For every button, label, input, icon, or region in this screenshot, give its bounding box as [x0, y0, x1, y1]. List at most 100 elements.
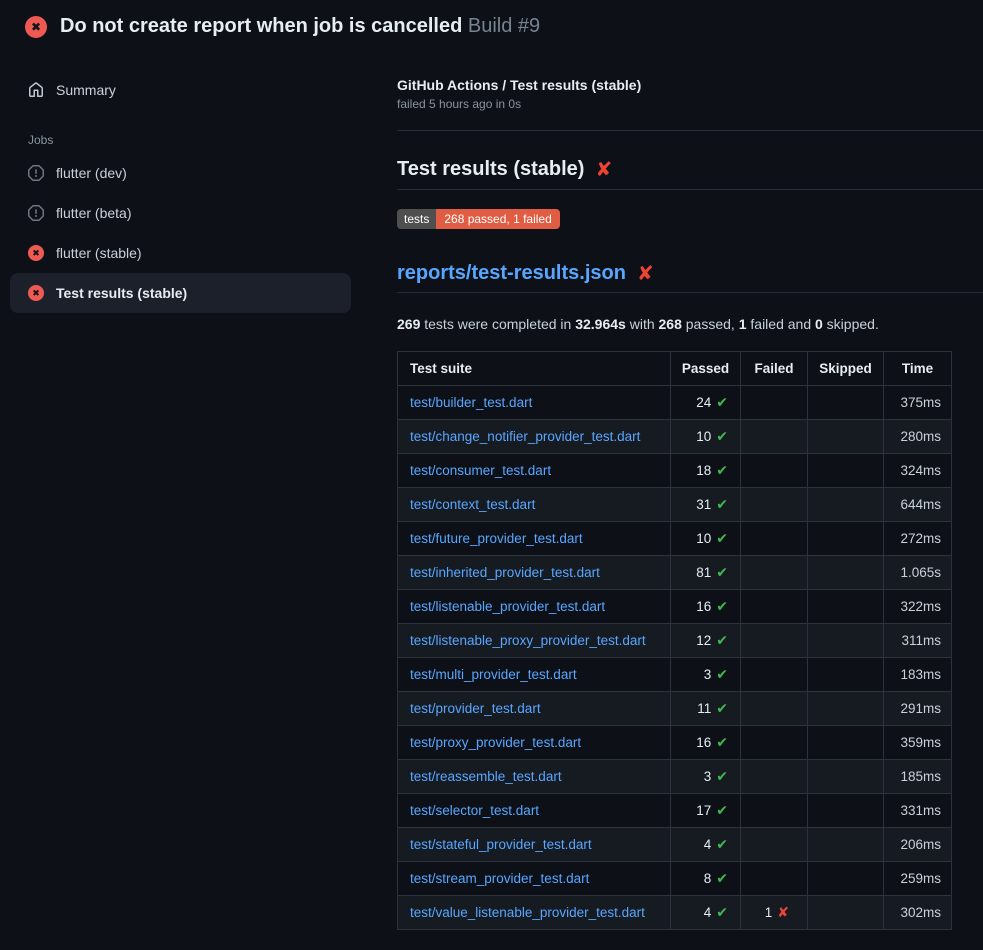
- passed-cell: 3✔: [671, 760, 741, 794]
- suite-link[interactable]: test/proxy_provider_test.dart: [410, 735, 581, 750]
- time-cell: 291ms: [884, 692, 952, 726]
- suite-link[interactable]: test/provider_test.dart: [410, 701, 541, 716]
- suite-cell: test/consumer_test.dart: [398, 454, 671, 488]
- suite-cell: test/change_notifier_provider_test.dart: [398, 420, 671, 454]
- skipped-cell: [808, 522, 884, 556]
- passed-count: 81: [696, 565, 711, 580]
- summary-number: 1: [739, 316, 747, 332]
- passed-cell: 24 ✔: [671, 386, 741, 420]
- skipped-cell: [808, 556, 884, 590]
- passed-count: 8: [704, 871, 712, 886]
- cross-icon: ✘: [777, 904, 789, 920]
- suite-link[interactable]: test/consumer_test.dart: [410, 463, 551, 478]
- suite-cell: test/inherited_provider_test.dart: [398, 556, 671, 590]
- tests-badge: tests 268 passed, 1 failed: [397, 209, 560, 229]
- table-row: test/listenable_provider_test.dart16✔322…: [398, 590, 952, 624]
- suite-link[interactable]: test/stream_provider_test.dart: [410, 871, 589, 886]
- passed-count: 3: [704, 667, 712, 682]
- suite-link[interactable]: test/selector_test.dart: [410, 803, 539, 818]
- passed-cell: 16✔: [671, 726, 741, 760]
- skipped-cell: [808, 726, 884, 760]
- suite-cell: test/listenable_proxy_provider_test.dart: [398, 624, 671, 658]
- table-header-row: Test suitePassedFailedSkippedTime: [398, 352, 952, 386]
- time-cell: 375ms: [884, 386, 952, 420]
- divider: [397, 130, 983, 131]
- suite-link[interactable]: test/listenable_proxy_provider_test.dart: [410, 633, 646, 648]
- check-icon: ✔: [716, 394, 728, 410]
- failed-cell: [741, 556, 808, 590]
- failed-cell: [741, 760, 808, 794]
- summary-text: failed and: [747, 316, 816, 332]
- check-icon: ✔: [716, 700, 728, 716]
- check-icon: ✔: [716, 530, 728, 546]
- cancelled-icon: [28, 205, 44, 221]
- suite-cell: test/context_test.dart: [398, 488, 671, 522]
- sidebar-item-flutter-beta[interactable]: flutter (beta): [10, 193, 351, 233]
- failed-cell: [741, 488, 808, 522]
- suite-cell: test/value_listenable_provider_test.dart: [398, 896, 671, 930]
- passed-count: 4: [704, 905, 712, 920]
- check-icon: ✔: [716, 904, 728, 920]
- table-row: test/change_notifier_provider_test.dart 1…: [398, 420, 952, 454]
- suite-link[interactable]: test/change_notifier_provider_test.dart: [410, 429, 640, 444]
- report-heading: reports/test-results.json ✘: [397, 262, 983, 293]
- table-row: test/proxy_provider_test.dart16✔359ms: [398, 726, 952, 760]
- passed-cell: 16✔: [671, 590, 741, 624]
- passed-cell: 81✔: [671, 556, 741, 590]
- suite-cell: test/reassemble_test.dart: [398, 760, 671, 794]
- report-file-link[interactable]: reports/test-results.json: [397, 262, 626, 285]
- check-icon: ✔: [716, 598, 728, 614]
- time-cell: 302ms: [884, 896, 952, 930]
- table-row: test/inherited_provider_test.dart81✔1.06…: [398, 556, 952, 590]
- check-run-status-line: failed 5 hours ago in 0s: [397, 97, 983, 111]
- failed-cell: [741, 828, 808, 862]
- passed-count: 24: [696, 395, 711, 410]
- time-cell: 206ms: [884, 828, 952, 862]
- suite-link[interactable]: test/context_test.dart: [410, 497, 535, 512]
- passed-count: 4: [704, 837, 712, 852]
- suite-link[interactable]: test/multi_provider_test.dart: [410, 667, 577, 682]
- table-body: test/builder_test.dart24✔375mstest/chang…: [398, 386, 952, 930]
- sidebar-item-flutter-dev[interactable]: flutter (dev): [10, 153, 351, 193]
- job-label: flutter (beta): [56, 205, 131, 221]
- sidebar-item-test-results-stable[interactable]: ✖Test results (stable): [10, 273, 351, 313]
- time-cell: 280ms: [884, 420, 952, 454]
- skipped-cell: [808, 488, 884, 522]
- failed-cell: [741, 794, 808, 828]
- failed-cell: [741, 692, 808, 726]
- sidebar-item-summary[interactable]: Summary: [10, 73, 351, 107]
- failed-cell: [741, 624, 808, 658]
- suite-link[interactable]: test/builder_test.dart: [410, 395, 532, 410]
- suite-cell: test/future_provider_test.dart: [398, 522, 671, 556]
- jobs-section-label: Jobs: [28, 133, 351, 147]
- suite-link[interactable]: test/listenable_provider_test.dart: [410, 599, 605, 614]
- suite-cell: test/multi_provider_test.dart: [398, 658, 671, 692]
- job-label: Test results (stable): [56, 285, 187, 301]
- passed-cell: 8✔: [671, 862, 741, 896]
- suite-link[interactable]: test/stateful_provider_test.dart: [410, 837, 592, 852]
- failed-cell: 1✘: [741, 896, 808, 930]
- passed-cell: 3✔: [671, 658, 741, 692]
- job-label: flutter (stable): [56, 245, 142, 261]
- suite-link[interactable]: test/reassemble_test.dart: [410, 769, 562, 784]
- suite-link[interactable]: test/future_provider_test.dart: [410, 531, 583, 546]
- passed-count: 10: [696, 429, 711, 444]
- time-cell: 311ms: [884, 624, 952, 658]
- check-icon: ✔: [716, 632, 728, 648]
- suite-link[interactable]: test/inherited_provider_test.dart: [410, 565, 600, 580]
- check-run-breadcrumb: GitHub Actions / Test results (stable): [397, 77, 983, 93]
- sidebar-item-flutter-stable[interactable]: ✖flutter (stable): [10, 233, 351, 273]
- suite-link[interactable]: test/value_listenable_provider_test.dart: [410, 905, 645, 920]
- passed-count: 12: [696, 633, 711, 648]
- skipped-cell: [808, 862, 884, 896]
- table-header: Test suitePassedFailedSkippedTime: [398, 352, 952, 386]
- time-cell: 272ms: [884, 522, 952, 556]
- failed-cell: [741, 658, 808, 692]
- passed-count: 3: [704, 769, 712, 784]
- skipped-cell: [808, 624, 884, 658]
- passed-cell: 11✔: [671, 692, 741, 726]
- section-heading-text: Test results (stable): [397, 158, 584, 181]
- column-header-skipped: Skipped: [808, 352, 884, 386]
- job-label: flutter (dev): [56, 165, 127, 181]
- summary-number: 268: [659, 316, 682, 332]
